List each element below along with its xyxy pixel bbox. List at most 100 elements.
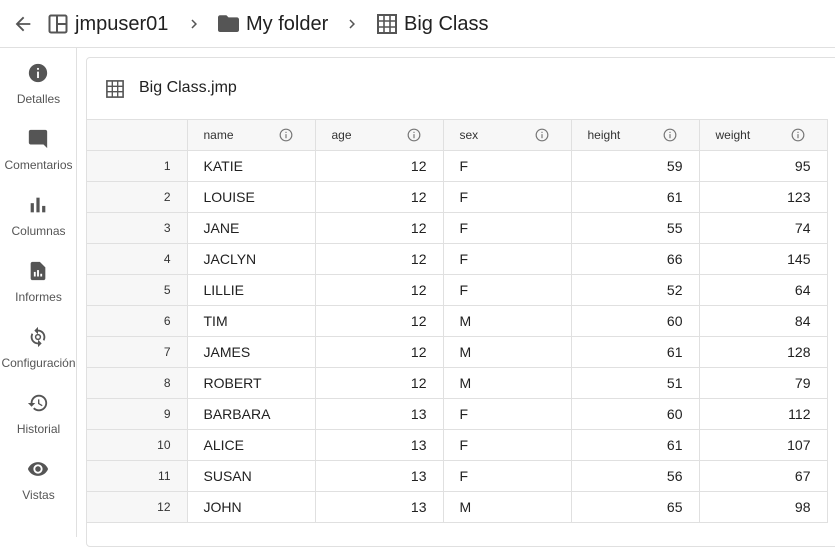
row-number-cell[interactable]: 2	[87, 181, 188, 213]
age-cell[interactable]: 13	[314, 460, 444, 492]
sex-cell[interactable]: F	[442, 243, 572, 275]
sidebar-item-detalles[interactable]: Detalles	[0, 62, 77, 122]
height-cell[interactable]: 61	[570, 429, 700, 461]
sex-cell[interactable]: F	[442, 460, 572, 492]
breadcrumb-workspace[interactable]: jmpuser01	[48, 0, 168, 48]
name-cell[interactable]: SUSAN	[186, 460, 316, 492]
table-row[interactable]: 7 JAMES 12 M 61 128	[87, 336, 828, 368]
table-row[interactable]: 12 JOHN 13 M 65 98	[87, 491, 828, 523]
age-cell[interactable]: 12	[314, 336, 444, 368]
row-number-cell[interactable]: 9	[87, 398, 188, 430]
weight-cell[interactable]: 95	[698, 150, 828, 182]
info-outline-icon[interactable]	[663, 128, 677, 142]
name-cell[interactable]: LILLIE	[186, 274, 316, 306]
row-number-cell[interactable]: 10	[87, 429, 188, 461]
column-header[interactable]: height	[570, 119, 700, 151]
name-cell[interactable]: TIM	[186, 305, 316, 337]
height-cell[interactable]: 59	[570, 150, 700, 182]
table-row[interactable]: 8 ROBERT 12 M 51 79	[87, 367, 828, 399]
column-header[interactable]: age	[314, 119, 444, 151]
table-row[interactable]: 5 LILLIE 12 F 52 64	[87, 274, 828, 306]
table-row[interactable]: 6 TIM 12 M 60 84	[87, 305, 828, 337]
weight-cell[interactable]: 84	[698, 305, 828, 337]
row-number-cell[interactable]: 7	[87, 336, 188, 368]
weight-cell[interactable]: 123	[698, 181, 828, 213]
column-header[interactable]: weight	[698, 119, 828, 151]
table-row[interactable]: 3 JANE 12 F 55 74	[87, 212, 828, 244]
sidebar-item-informes[interactable]: Informes	[0, 260, 77, 320]
age-cell[interactable]: 12	[314, 305, 444, 337]
name-cell[interactable]: BARBARA	[186, 398, 316, 430]
back-arrow-icon[interactable]	[12, 13, 34, 35]
weight-cell[interactable]: 107	[698, 429, 828, 461]
sidebar-item-comentarios[interactable]: Comentarios	[0, 128, 77, 188]
weight-cell[interactable]: 98	[698, 491, 828, 523]
weight-cell[interactable]: 145	[698, 243, 828, 275]
name-cell[interactable]: KATIE	[186, 150, 316, 182]
sex-cell[interactable]: F	[442, 398, 572, 430]
height-cell[interactable]: 60	[570, 398, 700, 430]
weight-cell[interactable]: 74	[698, 212, 828, 244]
age-cell[interactable]: 12	[314, 367, 444, 399]
sex-cell[interactable]: F	[442, 212, 572, 244]
sidebar-item-columnas[interactable]: Columnas	[0, 194, 77, 254]
column-header[interactable]: name	[186, 119, 316, 151]
height-cell[interactable]: 61	[570, 336, 700, 368]
table-row[interactable]: 10 ALICE 13 F 61 107	[87, 429, 828, 461]
sex-cell[interactable]: M	[442, 491, 572, 523]
sidebar-item-vistas[interactable]: Vistas	[0, 458, 77, 518]
table-row[interactable]: 2 LOUISE 12 F 61 123	[87, 181, 828, 213]
name-cell[interactable]: ROBERT	[186, 367, 316, 399]
row-number-cell[interactable]: 8	[87, 367, 188, 399]
info-outline-icon[interactable]	[279, 128, 293, 142]
sex-cell[interactable]: M	[442, 367, 572, 399]
sex-cell[interactable]: F	[442, 181, 572, 213]
info-outline-icon[interactable]	[535, 128, 549, 142]
height-cell[interactable]: 66	[570, 243, 700, 275]
name-cell[interactable]: LOUISE	[186, 181, 316, 213]
sex-cell[interactable]: F	[442, 150, 572, 182]
table-row[interactable]: 1 KATIE 12 F 59 95	[87, 150, 828, 182]
height-cell[interactable]: 61	[570, 181, 700, 213]
age-cell[interactable]: 12	[314, 212, 444, 244]
row-number-cell[interactable]: 11	[87, 460, 188, 492]
breadcrumb-folder[interactable]: My folder	[218, 0, 328, 48]
sidebar-item-configuracion[interactable]: Configuración	[0, 326, 77, 386]
weight-cell[interactable]: 67	[698, 460, 828, 492]
row-number-cell[interactable]: 4	[87, 243, 188, 275]
weight-cell[interactable]: 64	[698, 274, 828, 306]
table-row[interactable]: 4 JACLYN 12 F 66 145	[87, 243, 828, 275]
height-cell[interactable]: 51	[570, 367, 700, 399]
sex-cell[interactable]: F	[442, 429, 572, 461]
breadcrumb-table[interactable]: Big Class	[377, 0, 488, 48]
row-number-cell[interactable]: 6	[87, 305, 188, 337]
age-cell[interactable]: 13	[314, 491, 444, 523]
table-row[interactable]: 9 BARBARA 13 F 60 112	[87, 398, 828, 430]
age-cell[interactable]: 12	[314, 243, 444, 275]
sex-cell[interactable]: F	[442, 274, 572, 306]
weight-cell[interactable]: 112	[698, 398, 828, 430]
name-cell[interactable]: JAMES	[186, 336, 316, 368]
name-cell[interactable]: JANE	[186, 212, 316, 244]
sex-cell[interactable]: M	[442, 336, 572, 368]
age-cell[interactable]: 12	[314, 274, 444, 306]
row-number-cell[interactable]: 1	[87, 150, 188, 182]
height-cell[interactable]: 60	[570, 305, 700, 337]
age-cell[interactable]: 13	[314, 398, 444, 430]
name-cell[interactable]: JOHN	[186, 491, 316, 523]
column-header[interactable]: sex	[442, 119, 572, 151]
age-cell[interactable]: 12	[314, 150, 444, 182]
age-cell[interactable]: 13	[314, 429, 444, 461]
table-row[interactable]: 11 SUSAN 13 F 56 67	[87, 460, 828, 492]
name-cell[interactable]: JACLYN	[186, 243, 316, 275]
weight-cell[interactable]: 79	[698, 367, 828, 399]
height-cell[interactable]: 65	[570, 491, 700, 523]
name-cell[interactable]: ALICE	[186, 429, 316, 461]
row-number-header[interactable]	[87, 119, 188, 151]
row-number-cell[interactable]: 12	[87, 491, 188, 523]
info-outline-icon[interactable]	[791, 128, 805, 142]
weight-cell[interactable]: 128	[698, 336, 828, 368]
height-cell[interactable]: 56	[570, 460, 700, 492]
row-number-cell[interactable]: 3	[87, 212, 188, 244]
row-number-cell[interactable]: 5	[87, 274, 188, 306]
